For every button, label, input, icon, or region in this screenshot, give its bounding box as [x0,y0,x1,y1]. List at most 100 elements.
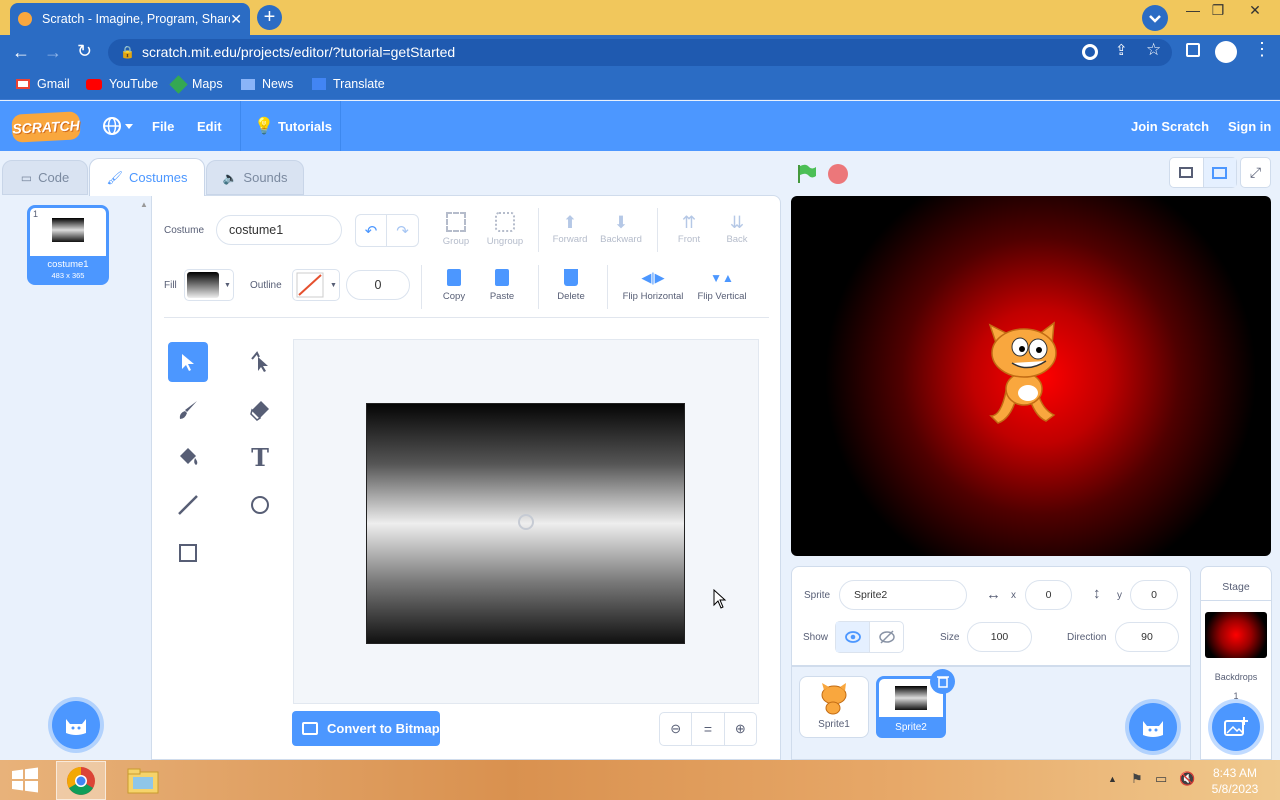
direction-input[interactable]: 90 [1115,622,1179,652]
network-icon[interactable]: ▭ [1155,771,1167,787]
brush-tool[interactable] [168,390,208,430]
redo-button[interactable]: ↷ [387,215,418,246]
green-flag-icon [798,164,816,183]
flip-vertical-button[interactable]: ▼▲ Flip Vertical [692,269,752,302]
forward-button[interactable]: ⬆ Forward [548,212,592,245]
tab-search-button[interactable] [1142,5,1168,31]
close-window-button[interactable]: ✕ [1240,2,1270,19]
file-explorer-icon[interactable] [127,767,159,794]
group-button[interactable]: Group [438,212,474,247]
zoom-reset-button[interactable]: = [692,713,725,745]
profile-avatar[interactable] [1215,41,1237,63]
language-button[interactable] [101,115,137,137]
restore-button[interactable]: ❐ [1203,2,1233,19]
bookmark-translate[interactable]: Translate [312,77,385,91]
windows-start-button[interactable] [11,767,39,793]
fill-color-picker[interactable]: ▼ [184,269,234,301]
hide-button[interactable] [870,622,903,652]
backward-button[interactable]: ⬇ Backward [597,212,645,245]
edit-menu[interactable]: Edit [197,119,222,134]
reshape-icon [251,351,268,372]
ungroup-button[interactable]: Ungroup [483,212,527,247]
volume-muted-icon[interactable]: 🔇 [1179,771,1195,787]
choose-costume-button[interactable] [52,701,100,749]
y-input[interactable]: 0 [1130,580,1178,610]
reload-icon[interactable]: ↻ [77,41,92,62]
forward-icon[interactable]: → [44,42,62,63]
globe-icon [103,117,133,135]
forward-icon: ⬆ [562,213,578,232]
back-button[interactable]: ⇊ Back [718,212,756,245]
scratch-cat-sprite[interactable] [976,321,1076,431]
bookmark-youtube[interactable]: YouTube [86,77,158,91]
tutorials-menu[interactable]: Tutorials [278,119,332,134]
share-icon[interactable]: ⇪ [1115,41,1128,59]
taskbar-chrome[interactable] [56,761,106,800]
green-flag-button[interactable] [796,163,818,185]
show-hidden-icons[interactable]: ▲ [1108,774,1117,784]
front-button[interactable]: ⇈ Front [670,212,708,245]
tab-costumes[interactable]: 🖌 Costumes [89,158,205,196]
copy-button[interactable]: Copy [436,269,472,302]
scratch-logo[interactable]: SCRATCH [11,111,81,143]
large-stage-button[interactable] [1203,158,1236,187]
bookmark-star-icon[interactable]: ☆ [1146,40,1161,60]
new-tab-button[interactable]: + [257,5,282,30]
close-tab-icon[interactable]: ✕ [230,11,242,28]
zoom-in-button[interactable]: ⊕ [725,713,756,745]
fill-tool[interactable] [168,437,208,477]
tab-sounds[interactable]: 🔈 Sounds [206,160,304,195]
choose-sprite-button[interactable] [1129,703,1177,751]
sprite-tile-sprite1[interactable]: Sprite1 [799,676,869,738]
clock[interactable]: 8:43 AM 5/8/2023 [1200,765,1270,797]
sprite-name-input[interactable]: Sprite2 [839,580,967,610]
outline-width-input[interactable]: 0 [346,270,410,300]
rectangle-tool[interactable] [168,533,208,573]
bookmark-news[interactable]: News [241,77,293,91]
no-outline-swatch-icon [296,272,324,298]
back-icon[interactable]: ← [12,42,30,63]
action-center-flag-icon[interactable]: ⚑ [1131,771,1143,787]
sign-in-link[interactable]: Sign in [1228,119,1271,134]
choose-backdrop-button[interactable] [1212,703,1260,751]
costume-name-input[interactable]: costume1 [216,215,342,245]
paste-button[interactable]: Paste [484,269,520,302]
undo-button[interactable]: ↶ [356,215,388,246]
fullscreen-button[interactable]: ⤢ [1240,157,1271,188]
flip-horizontal-button[interactable]: ◀|▶ Flip Horizontal [618,269,688,302]
size-input[interactable]: 100 [967,622,1032,652]
trash-icon [564,269,578,286]
text-tool[interactable]: T [240,437,280,477]
line-tool[interactable] [168,485,208,525]
google-lens-icon[interactable] [1082,44,1098,60]
zoom-out-button[interactable]: ⊖ [660,713,693,745]
stop-button[interactable] [828,164,848,184]
reshape-tool[interactable] [240,342,280,382]
side-panel-icon[interactable] [1186,43,1200,57]
menu-icon[interactable]: ⋮ [1253,39,1271,60]
browser-tab[interactable]: Scratch - Imagine, Program, Share ✕ [10,3,250,35]
paint-bucket-icon [180,448,198,465]
eraser-tool[interactable] [240,390,280,430]
tab-code[interactable]: ▭ Code [2,160,88,195]
text-t-icon: T [251,442,269,472]
bookmark-maps[interactable]: Maps [169,74,223,94]
x-input[interactable]: 0 [1025,580,1072,610]
join-scratch-link[interactable]: Join Scratch [1131,119,1209,134]
select-tool[interactable] [168,342,208,382]
cat-thumbnail-icon [821,683,847,715]
stage-canvas[interactable] [791,196,1271,556]
file-menu[interactable]: File [152,119,174,134]
scroll-up-arrow[interactable]: ▲ [140,200,148,209]
costume-item[interactable]: 1 costume1 483 x 365 [27,205,109,285]
url-text[interactable]: scratch.mit.edu/projects/editor/?tutoria… [142,44,455,60]
delete-button[interactable]: Delete [552,269,590,302]
small-stage-button[interactable] [1170,158,1204,187]
outline-color-picker[interactable]: ▼ [292,269,340,301]
bookmark-gmail[interactable]: Gmail [16,77,70,91]
show-button[interactable] [836,622,870,652]
circle-tool[interactable] [240,485,280,525]
visibility-toggle [835,621,904,653]
delete-sprite-button[interactable] [930,669,955,694]
convert-to-bitmap-button[interactable]: Convert to Bitmap [292,711,440,746]
